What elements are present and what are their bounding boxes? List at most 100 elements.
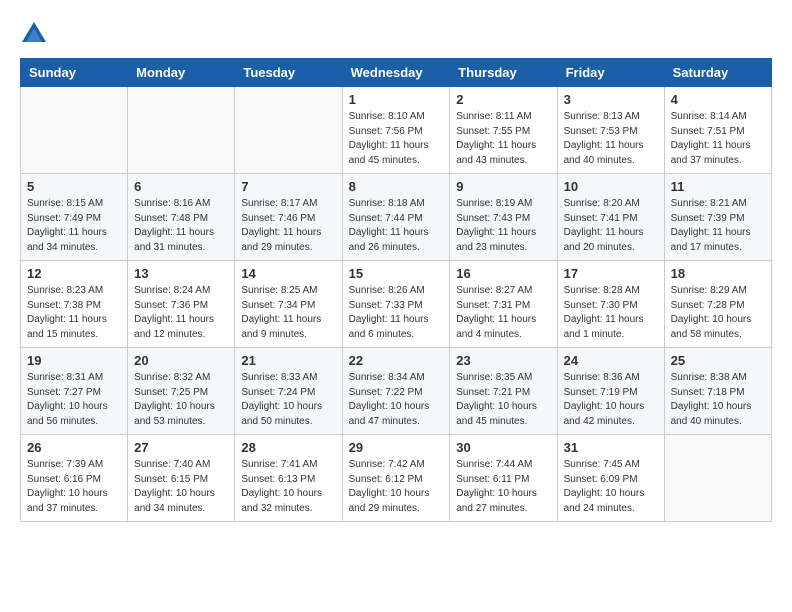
- day-info: Sunrise: 8:25 AMSunset: 7:34 PMDaylight:…: [241, 284, 335, 342]
- calendar-day-header: Sunday: [21, 59, 128, 87]
- day-number: 29: [349, 440, 444, 455]
- calendar-cell: [21, 87, 128, 174]
- calendar-cell: 29Sunrise: 7:42 AMSunset: 6:12 PMDayligh…: [342, 435, 450, 522]
- day-number: 20: [134, 353, 228, 368]
- day-number: 6: [134, 179, 228, 194]
- day-number: 25: [671, 353, 765, 368]
- day-number: 30: [456, 440, 550, 455]
- day-info: Sunrise: 8:17 AMSunset: 7:46 PMDaylight:…: [241, 197, 335, 255]
- day-info: Sunrise: 8:35 AMSunset: 7:21 PMDaylight:…: [456, 371, 550, 429]
- calendar-cell: 3 Sunrise: 8:13 AMSunset: 7:53 PMDaylight…: [557, 87, 664, 174]
- day-number: 28: [241, 440, 335, 455]
- calendar-cell: 5 Sunrise: 8:15 AMSunset: 7:49 PMDaylight…: [21, 174, 128, 261]
- calendar-day-header: Wednesday: [342, 59, 450, 87]
- calendar-cell: 11Sunrise: 8:21 AMSunset: 7:39 PMDayligh…: [664, 174, 771, 261]
- calendar-week-row: 19Sunrise: 8:31 AMSunset: 7:27 PMDayligh…: [21, 348, 772, 435]
- calendar-week-row: 26 Sunrise: 7:39 AMSunset: 6:16 PMDayligh…: [21, 435, 772, 522]
- day-number: 10: [564, 179, 658, 194]
- calendar-cell: 24 Sunrise: 8:36 AMSunset: 7:19 PMDayligh…: [557, 348, 664, 435]
- day-info: Sunrise: 8:11 AMSunset: 7:55 PMDaylight:…: [456, 110, 550, 168]
- day-info: Sunrise: 8:20 AMSunset: 7:41 PMDaylight:…: [564, 197, 658, 255]
- day-info: Sunrise: 8:36 AMSunset: 7:19 PMDaylight:…: [564, 371, 658, 429]
- calendar-header-row: SundayMondayTuesdayWednesdayThursdayFrid…: [21, 59, 772, 87]
- calendar-day-header: Saturday: [664, 59, 771, 87]
- day-info: Sunrise: 8:24 AMSunset: 7:36 PMDaylight:…: [134, 284, 228, 342]
- calendar-cell: 31 Sunrise: 7:45 AMSunset: 6:09 PMDayligh…: [557, 435, 664, 522]
- day-info: Sunrise: 8:28 AMSunset: 7:30 PMDaylight:…: [564, 284, 658, 342]
- day-info: Sunrise: 8:19 AMSunset: 7:43 PMDaylight:…: [456, 197, 550, 255]
- day-info: Sunrise: 8:18 AMSunset: 7:44 PMDaylight:…: [349, 197, 444, 255]
- day-info: Sunrise: 8:10 AMSunset: 7:56 PMDaylight:…: [349, 110, 444, 168]
- calendar-cell: 25 Sunrise: 8:38 AMSunset: 7:18 PMDayligh…: [664, 348, 771, 435]
- header: [20, 20, 772, 48]
- calendar-cell: 17 Sunrise: 8:28 AMSunset: 7:30 PMDayligh…: [557, 261, 664, 348]
- day-info: Sunrise: 8:33 AMSunset: 7:24 PMDaylight:…: [241, 371, 335, 429]
- calendar-cell: 1Sunrise: 8:10 AMSunset: 7:56 PMDaylight…: [342, 87, 450, 174]
- day-info: Sunrise: 8:13 AMSunset: 7:53 PMDaylight:…: [564, 110, 658, 168]
- calendar-cell: 26 Sunrise: 7:39 AMSunset: 6:16 PMDayligh…: [21, 435, 128, 522]
- calendar-cell: 12 Sunrise: 8:23 AMSunset: 7:38 PMDayligh…: [21, 261, 128, 348]
- day-number: 12: [27, 266, 121, 281]
- day-info: Sunrise: 8:14 AMSunset: 7:51 PMDaylight:…: [671, 110, 765, 168]
- calendar-cell: 20 Sunrise: 8:32 AMSunset: 7:25 PMDayligh…: [128, 348, 235, 435]
- day-info: Sunrise: 8:16 AMSunset: 7:48 PMDaylight:…: [134, 197, 228, 255]
- day-info: Sunrise: 7:45 AMSunset: 6:09 PMDaylight:…: [564, 458, 658, 516]
- day-number: 18: [671, 266, 765, 281]
- calendar-cell: 13 Sunrise: 8:24 AMSunset: 7:36 PMDayligh…: [128, 261, 235, 348]
- calendar-cell: 27 Sunrise: 7:40 AMSunset: 6:15 PMDayligh…: [128, 435, 235, 522]
- calendar-cell: 6 Sunrise: 8:16 AMSunset: 7:48 PMDaylight…: [128, 174, 235, 261]
- day-number: 27: [134, 440, 228, 455]
- day-info: Sunrise: 8:27 AMSunset: 7:31 PMDaylight:…: [456, 284, 550, 342]
- day-number: 24: [564, 353, 658, 368]
- day-number: 5: [27, 179, 121, 194]
- day-info: Sunrise: 7:39 AMSunset: 6:16 PMDaylight:…: [27, 458, 121, 516]
- calendar-cell: 8Sunrise: 8:18 AMSunset: 7:44 PMDaylight…: [342, 174, 450, 261]
- day-number: 17: [564, 266, 658, 281]
- calendar-cell: 4 Sunrise: 8:14 AMSunset: 7:51 PMDaylight…: [664, 87, 771, 174]
- day-number: 21: [241, 353, 335, 368]
- calendar-cell: 22Sunrise: 8:34 AMSunset: 7:22 PMDayligh…: [342, 348, 450, 435]
- day-number: 22: [349, 353, 444, 368]
- calendar-cell: 14 Sunrise: 8:25 AMSunset: 7:34 PMDayligh…: [235, 261, 342, 348]
- day-number: 14: [241, 266, 335, 281]
- calendar-cell: 21 Sunrise: 8:33 AMSunset: 7:24 PMDayligh…: [235, 348, 342, 435]
- calendar-cell: 30 Sunrise: 7:44 AMSunset: 6:11 PMDayligh…: [450, 435, 557, 522]
- day-number: 7: [241, 179, 335, 194]
- calendar-week-row: 5 Sunrise: 8:15 AMSunset: 7:49 PMDaylight…: [21, 174, 772, 261]
- day-number: 4: [671, 92, 765, 107]
- calendar-cell: [235, 87, 342, 174]
- calendar-day-header: Tuesday: [235, 59, 342, 87]
- day-info: Sunrise: 8:31 AMSunset: 7:27 PMDaylight:…: [27, 371, 121, 429]
- page: SundayMondayTuesdayWednesdayThursdayFrid…: [0, 0, 792, 532]
- calendar-cell: 15Sunrise: 8:26 AMSunset: 7:33 PMDayligh…: [342, 261, 450, 348]
- day-number: 16: [456, 266, 550, 281]
- calendar-cell: 16 Sunrise: 8:27 AMSunset: 7:31 PMDayligh…: [450, 261, 557, 348]
- logo-icon: [20, 20, 48, 48]
- day-info: Sunrise: 8:26 AMSunset: 7:33 PMDaylight:…: [349, 284, 444, 342]
- day-number: 31: [564, 440, 658, 455]
- day-number: 13: [134, 266, 228, 281]
- calendar-day-header: Friday: [557, 59, 664, 87]
- day-info: Sunrise: 7:41 AMSunset: 6:13 PMDaylight:…: [241, 458, 335, 516]
- day-number: 2: [456, 92, 550, 107]
- calendar-day-header: Thursday: [450, 59, 557, 87]
- day-number: 11: [671, 179, 765, 194]
- calendar-cell: [664, 435, 771, 522]
- day-number: 26: [27, 440, 121, 455]
- day-info: Sunrise: 8:15 AMSunset: 7:49 PMDaylight:…: [27, 197, 121, 255]
- day-info: Sunrise: 8:38 AMSunset: 7:18 PMDaylight:…: [671, 371, 765, 429]
- calendar-cell: 7 Sunrise: 8:17 AMSunset: 7:46 PMDaylight…: [235, 174, 342, 261]
- calendar-cell: 2 Sunrise: 8:11 AMSunset: 7:55 PMDaylight…: [450, 87, 557, 174]
- calendar-week-row: 12 Sunrise: 8:23 AMSunset: 7:38 PMDayligh…: [21, 261, 772, 348]
- day-number: 3: [564, 92, 658, 107]
- calendar-cell: 10 Sunrise: 8:20 AMSunset: 7:41 PMDayligh…: [557, 174, 664, 261]
- day-info: Sunrise: 7:44 AMSunset: 6:11 PMDaylight:…: [456, 458, 550, 516]
- calendar-day-header: Monday: [128, 59, 235, 87]
- day-info: Sunrise: 8:32 AMSunset: 7:25 PMDaylight:…: [134, 371, 228, 429]
- day-info: Sunrise: 8:23 AMSunset: 7:38 PMDaylight:…: [27, 284, 121, 342]
- day-number: 9: [456, 179, 550, 194]
- day-info: Sunrise: 7:40 AMSunset: 6:15 PMDaylight:…: [134, 458, 228, 516]
- logo: [20, 20, 52, 48]
- calendar-cell: 19Sunrise: 8:31 AMSunset: 7:27 PMDayligh…: [21, 348, 128, 435]
- day-info: Sunrise: 8:29 AMSunset: 7:28 PMDaylight:…: [671, 284, 765, 342]
